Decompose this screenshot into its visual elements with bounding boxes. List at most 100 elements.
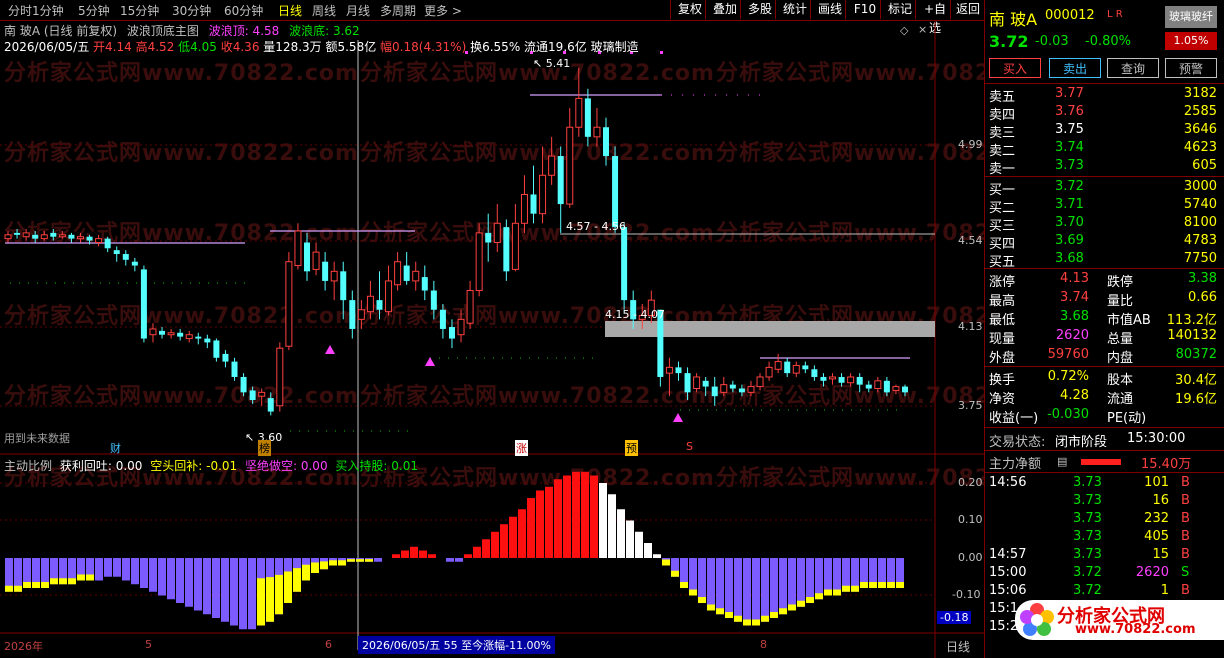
candle xyxy=(466,280,474,329)
stat-row: 净资 4.28 流通 19.6亿 xyxy=(985,388,1221,407)
histogram-bar xyxy=(167,558,175,600)
candle xyxy=(421,265,428,301)
stat-label: 股本 xyxy=(1107,373,1134,388)
book-row: 买二 3.71 5740 xyxy=(985,197,1221,216)
price-tick: 4.13 xyxy=(958,320,983,333)
candle xyxy=(394,252,402,291)
tick-time: 15:06 xyxy=(989,583,1027,598)
buy-button[interactable]: 买入 xyxy=(989,58,1041,78)
concept-tag[interactable]: 玻璃玻纤 xyxy=(1165,6,1217,28)
tab-period-4[interactable]: 30分钟 xyxy=(172,2,211,19)
histogram-bar xyxy=(140,558,148,588)
kline-chart-area[interactable]: 分析家公式网www.70822.com 分析家公式网www.70822.com … xyxy=(0,20,1070,658)
crosshair-info: 2026/06/05/五 55 至今涨幅-11.00% xyxy=(358,636,556,654)
tick-price: 3.73 xyxy=(1073,547,1102,562)
period-tab[interactable]: 日线 xyxy=(946,638,970,655)
range1-label: 4.57 - 4.56 xyxy=(566,220,626,233)
histogram-overlay xyxy=(824,589,832,596)
candle xyxy=(195,332,202,345)
candle xyxy=(68,232,75,243)
histogram-overlay xyxy=(293,568,301,592)
ohlc-volume: 量128.3万 xyxy=(263,40,322,54)
list-icon[interactable]: ▤ xyxy=(1057,455,1067,468)
book-row: 卖一 3.73 605 xyxy=(985,158,1221,177)
histogram-bar xyxy=(482,539,490,558)
tab-period-0[interactable]: 分时 xyxy=(8,2,32,19)
tick-time: 15:2 xyxy=(989,619,1019,634)
histogram-bar xyxy=(473,546,481,558)
overlay-button[interactable]: 叠加 xyxy=(705,0,744,19)
histogram-bar xyxy=(230,558,238,626)
candle xyxy=(32,230,39,243)
axis-month: 6 xyxy=(325,638,332,651)
draw-line-button[interactable]: 画线 xyxy=(810,0,849,19)
multi-stock-button[interactable]: 多股 xyxy=(740,0,779,19)
stat-value: 3.68 xyxy=(1060,309,1089,324)
fuquan-button[interactable]: 复权 xyxy=(670,0,709,19)
buy-hold-label: 买入持股: 0.01 xyxy=(335,459,418,473)
ohlc-float: 流通19.6亿 xyxy=(524,40,587,54)
histogram-overlay xyxy=(752,619,760,626)
histogram-bar xyxy=(815,558,823,600)
query-button[interactable]: 查询 xyxy=(1107,58,1159,78)
tab-period-1[interactable]: 1分钟 xyxy=(32,2,64,19)
candle xyxy=(621,223,628,310)
candle xyxy=(738,384,745,397)
candle xyxy=(304,232,310,281)
stat-label: 流通 xyxy=(1107,392,1134,407)
tab-period-2[interactable]: 5分钟 xyxy=(78,2,110,19)
stat-label: PE(动) xyxy=(1107,411,1147,426)
histogram-overlay xyxy=(32,582,40,588)
stock-title: 南 玻A (日线 前复权) xyxy=(4,24,118,38)
candle xyxy=(249,386,256,404)
candle xyxy=(113,246,120,262)
marker-cai: 财 xyxy=(110,442,121,455)
histogram-overlay xyxy=(266,577,274,622)
histogram-overlay xyxy=(797,600,805,607)
stat-row: 最高 3.74 量比 0.66 xyxy=(985,290,1221,309)
alert-button[interactable]: 预警 xyxy=(1165,58,1217,78)
tab-period-7[interactable]: 周线 xyxy=(312,2,336,19)
tab-period-3[interactable]: 15分钟 xyxy=(120,2,159,19)
candle xyxy=(159,327,166,339)
histogram-overlay xyxy=(275,574,283,615)
ohlc-row: 2026/06/05/五 开4.14 高4.52 低4.05 收4.36 量12… xyxy=(4,38,639,55)
wave-top-label: 波浪顶: 4.58 xyxy=(208,24,280,38)
back-button[interactable]: 返回 xyxy=(950,0,985,19)
candle xyxy=(385,265,393,316)
trade-status-row: 交易状态: 闭市阶段 15:30:00 xyxy=(985,431,1221,450)
main-force-row: 主力净额 ▤ 15.40万 xyxy=(985,453,1221,472)
candle xyxy=(312,242,320,276)
histogram-overlay xyxy=(689,589,697,596)
candle xyxy=(493,204,501,253)
book-price: 3.74 xyxy=(1055,140,1084,155)
histogram-bar xyxy=(500,524,508,558)
tab-period-5[interactable]: 60分钟 xyxy=(224,2,263,19)
diamond-icon[interactable]: ◇ xyxy=(900,24,908,37)
tab-period-6[interactable]: 日线 xyxy=(278,2,302,19)
profit-label: 获利回吐: 0.00 xyxy=(59,459,143,473)
candle xyxy=(204,334,211,349)
stat-value: 3.74 xyxy=(1060,290,1089,305)
candle xyxy=(485,213,492,262)
quote-code: 000012 xyxy=(1045,8,1095,23)
stat-row: 换手 0.72% 股本 30.4亿 xyxy=(985,369,1221,388)
add-favorite-button[interactable]: +自选 xyxy=(915,0,954,35)
candle xyxy=(603,117,609,166)
mark-button[interactable]: 标记 xyxy=(880,0,919,19)
tick-volume: 101 xyxy=(1144,475,1169,490)
sell-button[interactable]: 卖出 xyxy=(1049,58,1101,78)
tab-period-8[interactable]: 月线 xyxy=(346,2,370,19)
stat-value: 0.66 xyxy=(1188,290,1217,305)
candle xyxy=(874,376,882,393)
trade-time: 15:30:00 xyxy=(1127,431,1186,446)
histogram-overlay xyxy=(887,582,895,588)
tab-period-9[interactable]: 多周期 xyxy=(380,2,416,19)
tab-period-10[interactable]: 更多 > xyxy=(424,2,462,19)
stats-button[interactable]: 统计 xyxy=(775,0,814,19)
candle xyxy=(548,136,556,185)
f10-button[interactable]: F10 xyxy=(845,0,884,19)
close-icon[interactable]: × xyxy=(918,23,927,36)
histogram-bar xyxy=(788,558,796,611)
histogram-overlay xyxy=(716,608,724,615)
